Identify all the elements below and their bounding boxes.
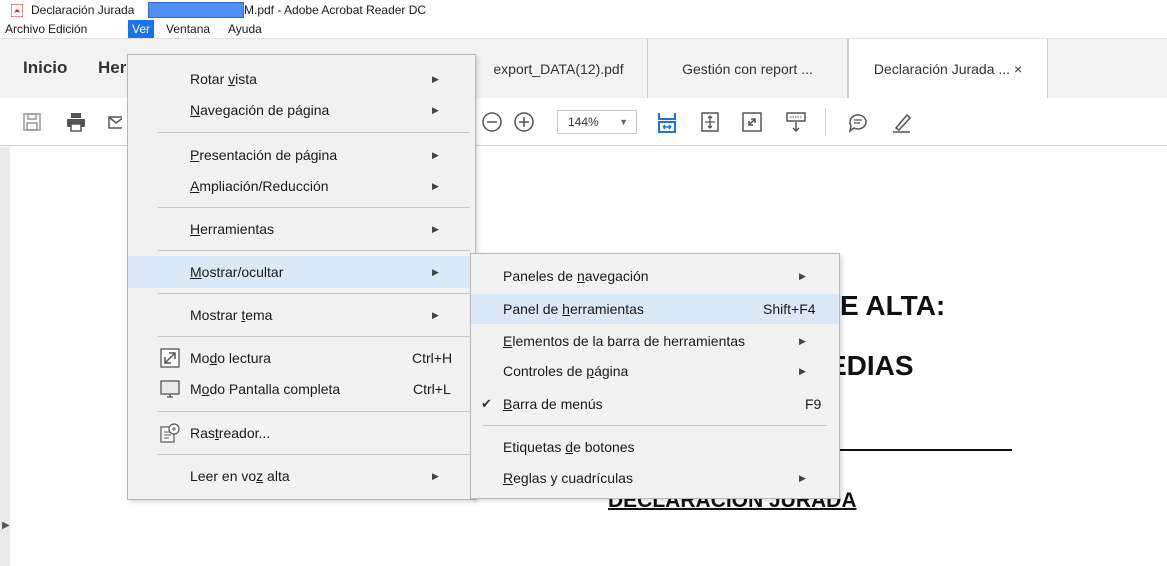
submenu-arrow-icon: ▶ <box>432 74 439 84</box>
read-mode-icon <box>160 348 180 368</box>
zoom-select[interactable]: 144% ▼ <box>557 110 637 134</box>
menu-presentacion-pagina[interactable]: Presentación de página ▶ <box>128 140 475 170</box>
highlight-pen-icon[interactable] <box>890 110 914 134</box>
menu-mostrar-ocultar[interactable]: Mostrar/ocultar ▶ <box>128 256 475 288</box>
menu-mostrar-tema[interactable]: Mostrar tema ▶ <box>128 300 475 330</box>
acrobat-icon <box>11 4 23 17</box>
full-screen-mode-icon <box>160 380 180 398</box>
expand-panel-icon[interactable]: ▶ <box>2 520 10 531</box>
comment-icon[interactable] <box>846 110 870 134</box>
fit-page-icon[interactable] <box>698 110 722 134</box>
window-title-suffix: M.pdf - Adobe Acrobat Reader DC <box>244 3 427 17</box>
submenu-arrow-icon: ▶ <box>799 271 806 281</box>
menu-rastreador[interactable]: Rastreador... <box>128 418 475 448</box>
submenu-arrow-icon: ▶ <box>432 310 439 320</box>
menu-ver[interactable]: Ver <box>128 20 155 38</box>
menu-rotar-vista[interactable]: Rotar vista ▶ <box>128 64 475 94</box>
ver-menu: Rotar vista ▶ Navegación de página ▶ Pre… <box>127 54 476 500</box>
title-bar: Declaración Jurada M.pdf - Adobe Acrobat… <box>0 0 1167 20</box>
tab-declaracion[interactable]: Declaración Jurada ... × <box>848 39 1048 99</box>
menu-separator <box>158 411 470 412</box>
menu-elementos-barra[interactable]: Elementos de la barra de herramientas ▶ <box>471 326 839 356</box>
zoom-value: 144% <box>568 115 599 129</box>
window-title-prefix: Declaración Jurada <box>31 3 135 17</box>
zoom-out-icon[interactable] <box>480 110 504 134</box>
tab-inicio[interactable]: Inicio <box>23 58 67 78</box>
tab-label: Declaración Jurada ... × <box>873 61 1023 77</box>
tab-gestion[interactable]: Gestión con report ... <box>648 39 848 99</box>
menu-barra-menus[interactable]: ✔ Barra de menús F9 <box>471 389 839 419</box>
doc-signature-line <box>840 449 1012 451</box>
save-icon[interactable] <box>20 110 44 134</box>
menu-separator <box>483 425 827 426</box>
menu-separator <box>158 293 470 294</box>
menu-reglas-cuadriculas[interactable]: Reglas y cuadrículas ▶ <box>471 463 839 493</box>
submenu-arrow-icon: ▶ <box>432 471 439 481</box>
zoom-in-icon[interactable] <box>512 110 536 134</box>
submenu-arrow-icon: ▶ <box>799 366 806 376</box>
menu-navegacion-pagina[interactable]: Navegación de página ▶ <box>128 95 475 125</box>
menu-controles-pagina[interactable]: Controles de página ▶ <box>471 356 839 386</box>
fit-width-icon[interactable] <box>655 110 679 134</box>
submenu-arrow-icon: ▶ <box>432 105 439 115</box>
chevron-down-icon: ▼ <box>619 117 628 127</box>
menu-ventana[interactable]: Ventana <box>162 20 214 38</box>
tab-label: export_DATA(12).pdf <box>493 61 624 77</box>
menu-modo-lectura[interactable]: Modo lectura Ctrl+H <box>128 343 475 373</box>
menu-separator <box>158 250 470 251</box>
menu-modo-pantalla-completa[interactable]: Modo Pantalla completa Ctrl+L <box>128 374 475 404</box>
menu-bar: Archivo Edición Ver Ventana Ayuda <box>0 20 1167 38</box>
submenu-arrow-icon: ▶ <box>432 181 439 191</box>
tracker-icon <box>160 423 180 443</box>
menu-edicion[interactable]: Edición <box>44 20 91 38</box>
menu-separator <box>158 132 470 133</box>
shortcut-label: Ctrl+L <box>413 381 451 397</box>
menu-herramientas[interactable]: Herramientas ▶ <box>128 214 475 244</box>
submenu-arrow-icon: ▶ <box>799 473 806 483</box>
shortcut-label: Ctrl+H <box>412 350 453 366</box>
menu-panel-herramientas[interactable]: Panel de herramientas Shift+F4 <box>471 294 839 324</box>
tab-export-data[interactable]: export_DATA(12).pdf <box>470 39 648 99</box>
left-panel-strip[interactable] <box>0 147 10 566</box>
menu-archivo[interactable]: Archivo <box>1 20 49 38</box>
menu-separator <box>158 454 470 455</box>
menu-paneles-navegacion[interactable]: Paneles de navegación ▶ <box>471 261 839 291</box>
submenu-arrow-icon: ▶ <box>432 224 439 234</box>
menu-etiquetas-botones[interactable]: Etiquetas de botones <box>471 432 839 462</box>
toolbar-divider <box>825 108 826 136</box>
mostrar-ocultar-submenu: Paneles de navegación ▶ Panel de herrami… <box>470 253 840 499</box>
keyboard-scroll-icon[interactable] <box>784 110 808 134</box>
menu-leer-en-voz-alta[interactable]: Leer en voz alta ▶ <box>128 461 475 491</box>
full-screen-icon[interactable] <box>740 110 764 134</box>
checkmark-icon: ✔ <box>481 396 492 411</box>
menu-separator <box>158 336 470 337</box>
print-icon[interactable] <box>64 110 88 134</box>
menu-ayuda[interactable]: Ayuda <box>224 20 266 38</box>
tab-label: Gestión con report ... <box>682 61 813 77</box>
tab-herramientas[interactable]: Her <box>98 58 126 78</box>
submenu-arrow-icon: ▶ <box>799 336 806 346</box>
doc-text-line2: EDIAS <box>828 350 914 381</box>
shortcut-label: Shift+F4 <box>763 301 816 317</box>
email-icon[interactable] <box>108 110 122 134</box>
submenu-arrow-icon: ▶ <box>432 267 439 277</box>
doc-text-line1: E ALTA: <box>840 290 946 321</box>
submenu-arrow-icon: ▶ <box>432 150 439 160</box>
redaction-box <box>148 2 244 18</box>
menu-separator <box>158 207 470 208</box>
menu-ampliacion-reduccion[interactable]: Ampliación/Reducción ▶ <box>128 171 475 201</box>
shortcut-label: F9 <box>805 396 822 412</box>
